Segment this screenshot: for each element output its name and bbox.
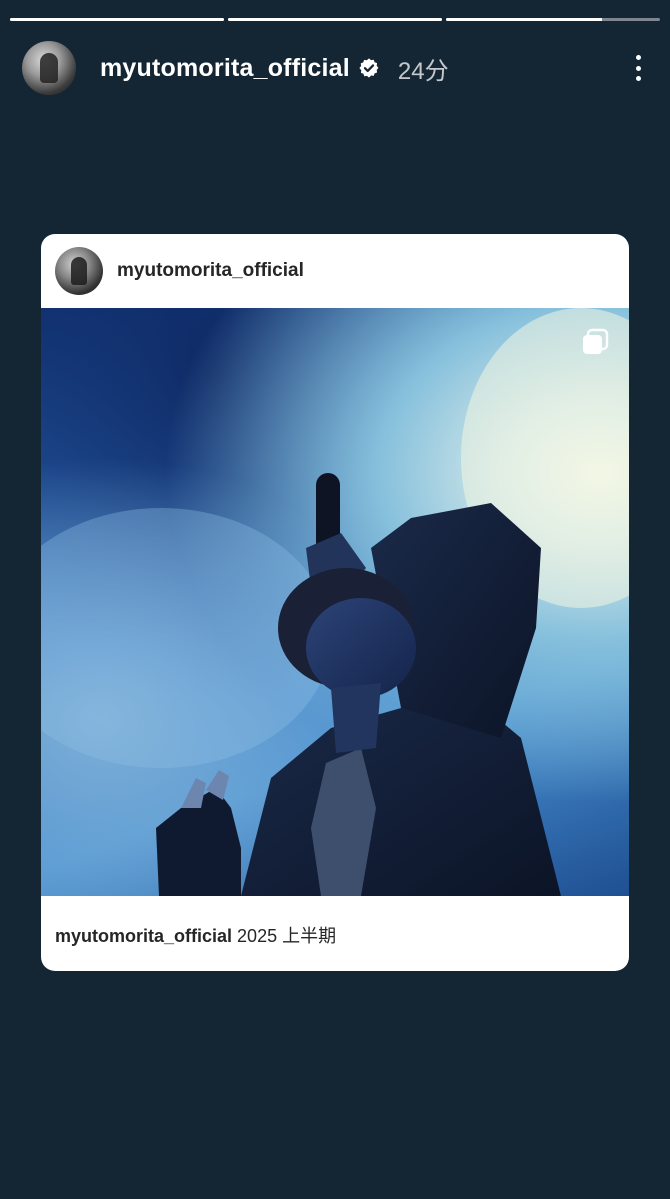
carousel-icon	[583, 328, 609, 354]
post-header: myutomorita_official	[41, 234, 629, 308]
story-header: myutomorita_official 24分	[22, 40, 648, 96]
progress-segment-1	[10, 18, 224, 21]
story-progress-bar	[10, 18, 660, 22]
post-username[interactable]: myutomorita_official	[117, 260, 304, 282]
profile-avatar[interactable]	[22, 41, 76, 95]
concert-photo-illustration	[41, 308, 629, 896]
post-caption: myutomorita_official 2025 上半期	[55, 922, 336, 948]
shared-post-card[interactable]: myutomorita_official myutomorita_officia…	[41, 234, 629, 971]
story-username[interactable]: myutomorita_official	[100, 54, 350, 83]
post-avatar[interactable]	[55, 247, 103, 295]
progress-segment-3	[446, 18, 660, 21]
caption-username[interactable]: myutomorita_official	[55, 926, 232, 946]
more-vertical-icon[interactable]	[628, 53, 648, 83]
story-timestamp: 24分	[397, 57, 449, 85]
verified-badge-icon	[359, 58, 379, 78]
caption-text: 2025 上半期	[237, 926, 337, 946]
post-image[interactable]	[41, 308, 629, 896]
progress-segment-2	[228, 18, 442, 21]
